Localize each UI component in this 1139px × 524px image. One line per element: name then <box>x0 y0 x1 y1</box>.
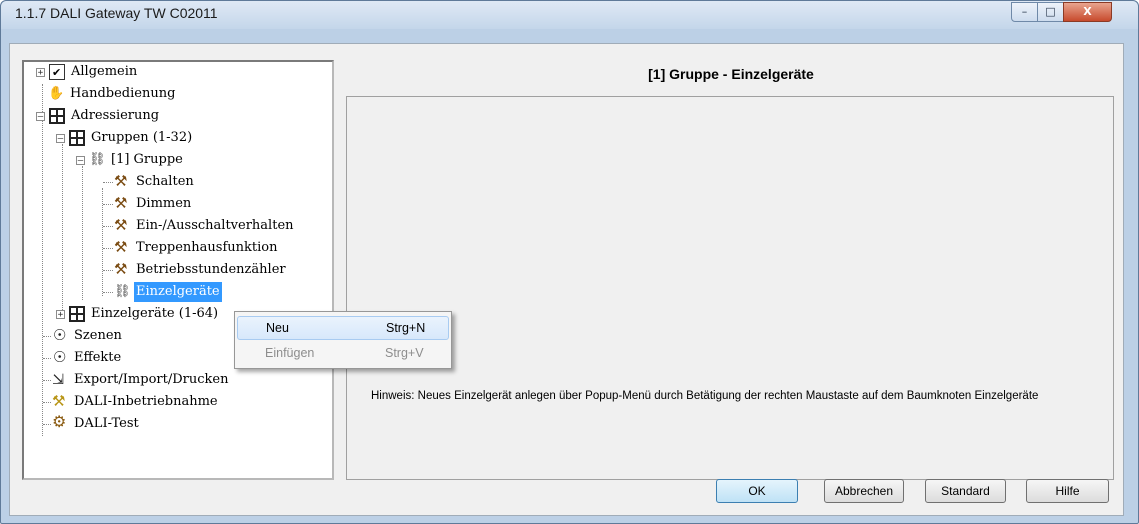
tree-line <box>103 204 113 205</box>
tree-line <box>82 166 83 300</box>
tree-item-ein-ausschaltverhalten[interactable]: Ein-/Ausschaltverhalten <box>114 215 296 236</box>
tree-item-gruppe-1[interactable]: – [1] Gruppe <box>76 150 185 170</box>
tree-item-label: Effekte <box>74 350 122 365</box>
tree-item-label: Ein-/Ausschaltverhalten <box>136 218 294 233</box>
menu-item-shortcut: Strg+V <box>385 346 424 360</box>
content-panel: Hinweis: Neues Einzelgerät anlegen über … <box>346 96 1114 480</box>
tree-item-label: Export/Import/Drucken <box>74 372 229 387</box>
checklist-icon <box>49 63 65 83</box>
tree-line <box>103 270 113 271</box>
tree-item-szenen[interactable]: Szenen <box>52 325 124 346</box>
wrench-icon <box>52 391 68 411</box>
maximize-button[interactable]: □ <box>1037 2 1064 22</box>
menu-item-shortcut: Strg+N <box>386 321 426 335</box>
tree-line <box>103 182 113 183</box>
tree-item-label: Schalten <box>136 174 194 189</box>
tree-item-label: Einzelgeräte <box>134 282 222 302</box>
expand-icon[interactable]: + <box>36 67 45 77</box>
link-icon <box>114 282 131 302</box>
tree-line <box>103 292 113 293</box>
dialog-window: 1.1.7 DALI Gateway TW C02011 – □ X + All… <box>0 0 1139 524</box>
minimize-button[interactable]: – <box>1011 2 1038 22</box>
tree-item-label: [1] Gruppe <box>111 152 183 167</box>
ok-button[interactable]: OK <box>716 479 798 503</box>
tree-item-label: Szenen <box>74 328 122 343</box>
expand-icon[interactable]: + <box>56 309 65 319</box>
tree-item-handbedienung[interactable]: Handbedienung <box>48 84 177 104</box>
tree-line <box>43 424 51 425</box>
tree-item-einzelgeraete-1-64[interactable]: + Einzelgeräte (1-64) <box>56 304 220 324</box>
tree-item-label: Einzelgeräte (1-64) <box>91 306 219 321</box>
menu-item-label: Neu <box>266 321 289 335</box>
tool-icon <box>114 193 130 213</box>
hand-icon <box>48 84 64 104</box>
close-button[interactable]: X <box>1063 2 1112 22</box>
tool-icon <box>114 237 130 257</box>
export-icon <box>52 369 68 389</box>
collapse-icon[interactable]: – <box>56 133 65 143</box>
tree-item-label: Adressierung <box>71 108 160 123</box>
link-icon <box>89 150 106 170</box>
tree-line <box>43 336 51 337</box>
panel-title: [1] Gruppe - Einzelgeräte <box>648 66 814 82</box>
tree-item-treppenhausfunktion[interactable]: Treppenhausfunktion <box>114 237 279 258</box>
tree-item-label: Handbedienung <box>70 86 176 101</box>
tree-line <box>43 402 51 403</box>
tool-icon <box>114 171 130 191</box>
grid-icon <box>69 306 85 322</box>
tree-line <box>103 248 113 249</box>
menu-item-label: Einfügen <box>265 346 315 360</box>
tree-item-dimmen[interactable]: Dimmen <box>114 193 193 214</box>
tree-item-gruppen[interactable]: – Gruppen (1-32) <box>56 128 194 148</box>
tree-item-adressierung[interactable]: – Adressierung <box>36 106 161 126</box>
tree-item-label: Gruppen (1-32) <box>91 130 193 145</box>
tree-item-export-import-drucken[interactable]: Export/Import/Drucken <box>52 369 230 390</box>
bulb-icon <box>52 325 68 345</box>
tree-line <box>62 144 63 314</box>
tree-line <box>43 358 51 359</box>
tree-item-label: DALI-Test <box>74 416 139 431</box>
tree-line <box>42 84 43 436</box>
navigation-tree: + Allgemein Handbedienung – Adressierung… <box>22 60 334 480</box>
tree-item-schalten[interactable]: Schalten <box>114 171 196 192</box>
help-button[interactable]: Hilfe <box>1026 479 1109 503</box>
tree-line <box>103 226 113 227</box>
tree-item-label: Allgemein <box>71 64 138 79</box>
collapse-icon[interactable]: – <box>76 155 85 165</box>
grid-icon <box>49 108 65 124</box>
window-title: 1.1.7 DALI Gateway TW C02011 <box>15 5 218 21</box>
context-menu: Neu Strg+N Einfügen Strg+V <box>234 311 452 369</box>
menu-item-einfuegen[interactable]: Einfügen Strg+V <box>237 341 449 365</box>
standard-button[interactable]: Standard <box>925 479 1006 503</box>
bulb-icon <box>52 347 68 367</box>
gear-icon <box>52 412 68 432</box>
tree-item-label: Treppenhausfunktion <box>136 240 278 255</box>
title-bar[interactable]: 1.1.7 DALI Gateway TW C02011 – □ X <box>1 1 1138 29</box>
tree-item-dali-inbetriebnahme[interactable]: DALI-Inbetriebnahme <box>52 391 220 412</box>
tree-item-betriebsstundenzaehler[interactable]: Betriebsstundenzähler <box>114 259 288 280</box>
tree-item-allgemein[interactable]: + Allgemein <box>36 62 139 83</box>
tree-line <box>43 380 51 381</box>
cancel-button[interactable]: Abbrechen <box>824 479 904 503</box>
tree-item-einzelgeraete[interactable]: Einzelgeräte <box>114 282 222 302</box>
tool-icon <box>114 259 130 279</box>
grid-icon <box>69 130 85 146</box>
tree-item-label: DALI-Inbetriebnahme <box>74 394 218 409</box>
tool-icon <box>114 215 130 235</box>
menu-item-neu[interactable]: Neu Strg+N <box>237 316 449 340</box>
tree-item-label: Dimmen <box>136 196 192 211</box>
tree-item-dali-test[interactable]: DALI-Test <box>52 412 141 434</box>
dialog-client-area: + Allgemein Handbedienung – Adressierung… <box>9 43 1124 516</box>
collapse-icon[interactable]: – <box>36 111 45 121</box>
tree-item-effekte[interactable]: Effekte <box>52 347 123 368</box>
hint-text: Hinweis: Neues Einzelgerät anlegen über … <box>371 390 1039 402</box>
tree-item-label: Betriebsstundenzähler <box>136 262 286 277</box>
